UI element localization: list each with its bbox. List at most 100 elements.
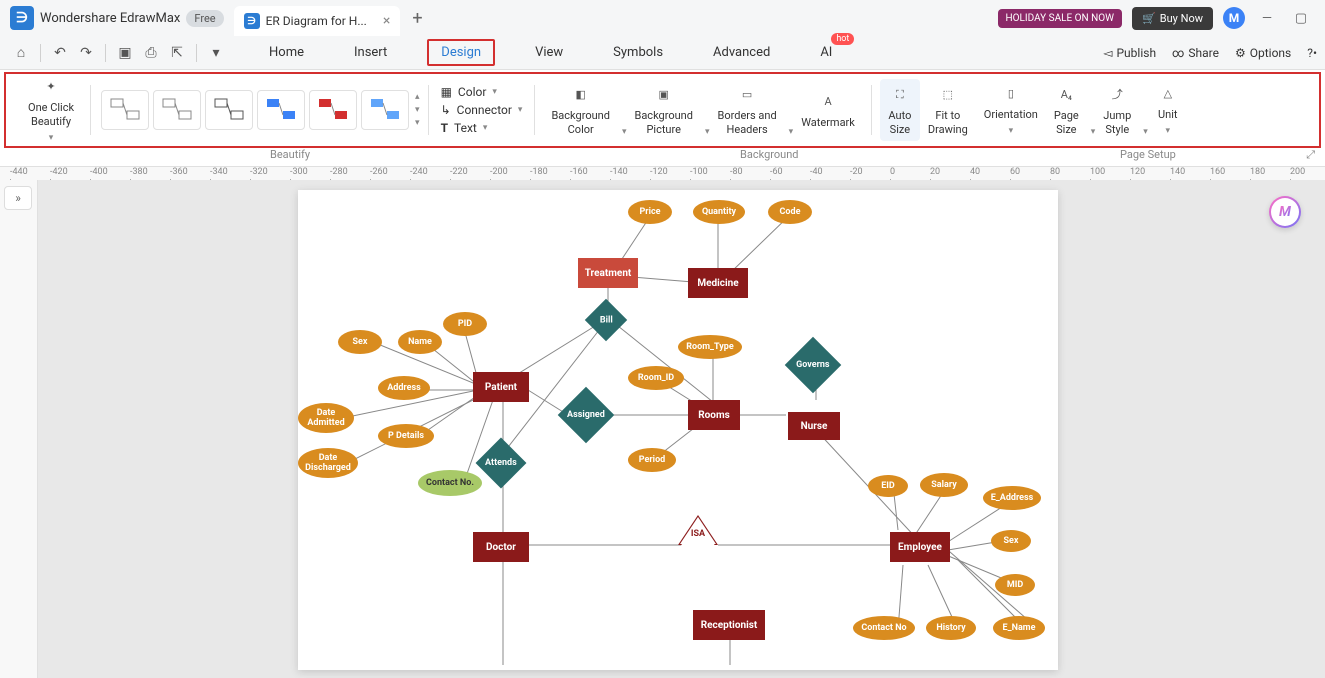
rel-attends[interactable]: Attends (476, 438, 527, 489)
entity-receptionist[interactable]: Receptionist (693, 610, 765, 640)
style-more-icon[interactable]: ▾ (415, 118, 420, 128)
entity-nurse[interactable]: Nurse (788, 412, 840, 440)
expand-panel-button[interactable]: » (4, 186, 32, 210)
attr-date-admitted[interactable]: Date Admitted (298, 403, 354, 433)
menu-insert[interactable]: Insert (344, 39, 397, 66)
share-icon: ∞ (1172, 46, 1184, 60)
section-background: Background (740, 148, 798, 161)
section-pagesetup: Page Setup (1120, 148, 1176, 161)
rel-assigned[interactable]: Assigned (558, 387, 615, 444)
attr-emp-sex[interactable]: Sex (991, 530, 1031, 552)
watermark-button[interactable]: AWatermark (793, 86, 863, 134)
palette-icon: ▦ (441, 85, 452, 99)
attr-price[interactable]: Price (628, 200, 672, 224)
background-picture-button[interactable]: ▣Background Picture (626, 79, 700, 142)
publish-button[interactable]: ◅Publish (1103, 46, 1156, 60)
attr-e-name[interactable]: E_Name (993, 616, 1045, 640)
borders-headers-button[interactable]: ▭Borders and Headers (709, 79, 784, 142)
attr-date-discharged[interactable]: Date Discharged (298, 448, 358, 478)
design-ribbon: ✦ One Click Beautify ▾ ▴ ▾ ▾ ▦Color▾ ↳Conn… (6, 74, 1319, 146)
title-bar: ∋ Wondershare EdrawMax Free ∋ ER Diagram… (0, 0, 1325, 36)
autosize-icon: ⛶ (888, 83, 912, 107)
style-up-icon[interactable]: ▴ (415, 92, 420, 102)
auto-size-button[interactable]: ⛶Auto Size (880, 79, 920, 142)
jump-icon: ⤴ (1105, 83, 1129, 107)
attr-sex[interactable]: Sex (338, 330, 382, 354)
options-button[interactable]: ⚙Options (1235, 46, 1291, 60)
entity-doctor[interactable]: Doctor (473, 532, 529, 562)
one-click-beautify-button[interactable]: ✦ One Click Beautify ▾ (20, 71, 82, 149)
undo-icon[interactable]: ↶ (47, 45, 73, 61)
menu-symbols[interactable]: Symbols (603, 39, 673, 66)
menu-advanced[interactable]: Advanced (703, 39, 780, 66)
style-preset-4[interactable] (257, 90, 305, 130)
expand-pagesetup-icon[interactable]: ⤢ (1306, 148, 1315, 162)
attr-address[interactable]: Address (378, 376, 430, 400)
attr-p-details[interactable]: P Details (378, 424, 434, 448)
menu-design[interactable]: Design (427, 39, 495, 66)
attr-e-address[interactable]: E_Address (983, 486, 1041, 510)
rel-bill[interactable]: Bill (585, 299, 627, 341)
orientation-button[interactable]: ▯Orientation▾ (976, 78, 1046, 142)
home-icon[interactable]: ⌂ (8, 44, 34, 61)
attr-room-type[interactable]: Room_Type (678, 335, 742, 359)
attr-contact-no[interactable]: Contact No. (418, 470, 482, 496)
fit-to-drawing-button[interactable]: ⬚Fit to Drawing (920, 79, 976, 142)
attr-emp-contact[interactable]: Contact No (853, 616, 915, 640)
text-dropdown[interactable]: TText▾ (441, 121, 523, 135)
jump-style-button[interactable]: ⤴Jump Style (1095, 79, 1139, 142)
document-tab[interactable]: ∋ ER Diagram for H... × (234, 6, 401, 36)
style-down-icon[interactable]: ▾ (415, 105, 420, 115)
help-button[interactable]: ?• (1307, 46, 1317, 60)
canvas-viewport[interactable]: Price Quantity Code Treatment Medicine B… (38, 180, 1325, 678)
user-avatar[interactable]: M (1223, 7, 1245, 29)
menu-home[interactable]: Home (259, 39, 314, 66)
attr-pid[interactable]: PID (443, 312, 487, 336)
attr-eid[interactable]: EID (868, 475, 908, 497)
save-icon[interactable]: ▣ (112, 45, 138, 61)
style-preset-1[interactable] (101, 90, 149, 130)
attr-quantity[interactable]: Quantity (693, 200, 745, 224)
attr-history[interactable]: History (926, 616, 976, 640)
attr-name[interactable]: Name (398, 330, 442, 354)
menu-bar: ⌂ ↶ ↷ ▣ ⎙ ⇱ ▾ Home Insert Design View Sy… (0, 36, 1325, 70)
color-dropdown[interactable]: ▦Color▾ (441, 85, 523, 99)
style-preset-5[interactable] (309, 90, 357, 130)
more-icon[interactable]: ▾ (203, 45, 229, 61)
entity-treatment[interactable]: Treatment (578, 258, 638, 288)
share-button[interactable]: ∞Share (1172, 46, 1219, 60)
print-icon[interactable]: ⎙ (138, 45, 164, 61)
style-preset-3[interactable] (205, 90, 253, 130)
menu-ai[interactable]: AIhot (810, 39, 842, 66)
tab-close-icon[interactable]: × (383, 13, 390, 29)
page-size-button[interactable]: A₄Page Size (1046, 79, 1087, 142)
attr-room-id[interactable]: Room_ID (628, 366, 684, 390)
entity-employee[interactable]: Employee (890, 532, 950, 562)
rel-governs[interactable]: Governs (785, 337, 842, 394)
entity-medicine[interactable]: Medicine (688, 268, 748, 298)
menu-view[interactable]: View (525, 39, 573, 66)
unit-button[interactable]: △Unit▾ (1148, 78, 1188, 142)
maximize-button[interactable]: ▢ (1289, 11, 1313, 26)
background-color-button[interactable]: ◧Background Color (543, 79, 617, 142)
entity-patient[interactable]: Patient (473, 372, 529, 402)
holiday-sale-badge[interactable]: HOLIDAY SALE ON NOW (998, 9, 1123, 28)
attr-salary[interactable]: Salary (920, 473, 968, 497)
attr-code[interactable]: Code (768, 200, 812, 224)
isa-node[interactable]: ISA (678, 515, 718, 550)
attr-period[interactable]: Period (628, 448, 676, 472)
add-tab-button[interactable]: + (412, 8, 422, 29)
buy-now-button[interactable]: 🛒Buy Now (1132, 7, 1213, 30)
export-icon[interactable]: ⇱ (164, 45, 190, 61)
redo-icon[interactable]: ↷ (73, 45, 99, 61)
publish-icon: ◅ (1103, 46, 1112, 60)
style-preset-6[interactable] (361, 90, 409, 130)
ribbon-highlight: ✦ One Click Beautify ▾ ▴ ▾ ▾ ▦Color▾ ↳Conn… (4, 72, 1321, 148)
ai-assistant-button[interactable]: M (1269, 196, 1301, 228)
attr-mid[interactable]: MID (995, 574, 1035, 596)
entity-rooms[interactable]: Rooms (688, 400, 740, 430)
style-preset-2[interactable] (153, 90, 201, 130)
minimize-button[interactable]: — (1255, 11, 1279, 26)
drawing-page[interactable]: Price Quantity Code Treatment Medicine B… (298, 190, 1058, 670)
connector-dropdown[interactable]: ↳Connector▾ (441, 103, 523, 117)
